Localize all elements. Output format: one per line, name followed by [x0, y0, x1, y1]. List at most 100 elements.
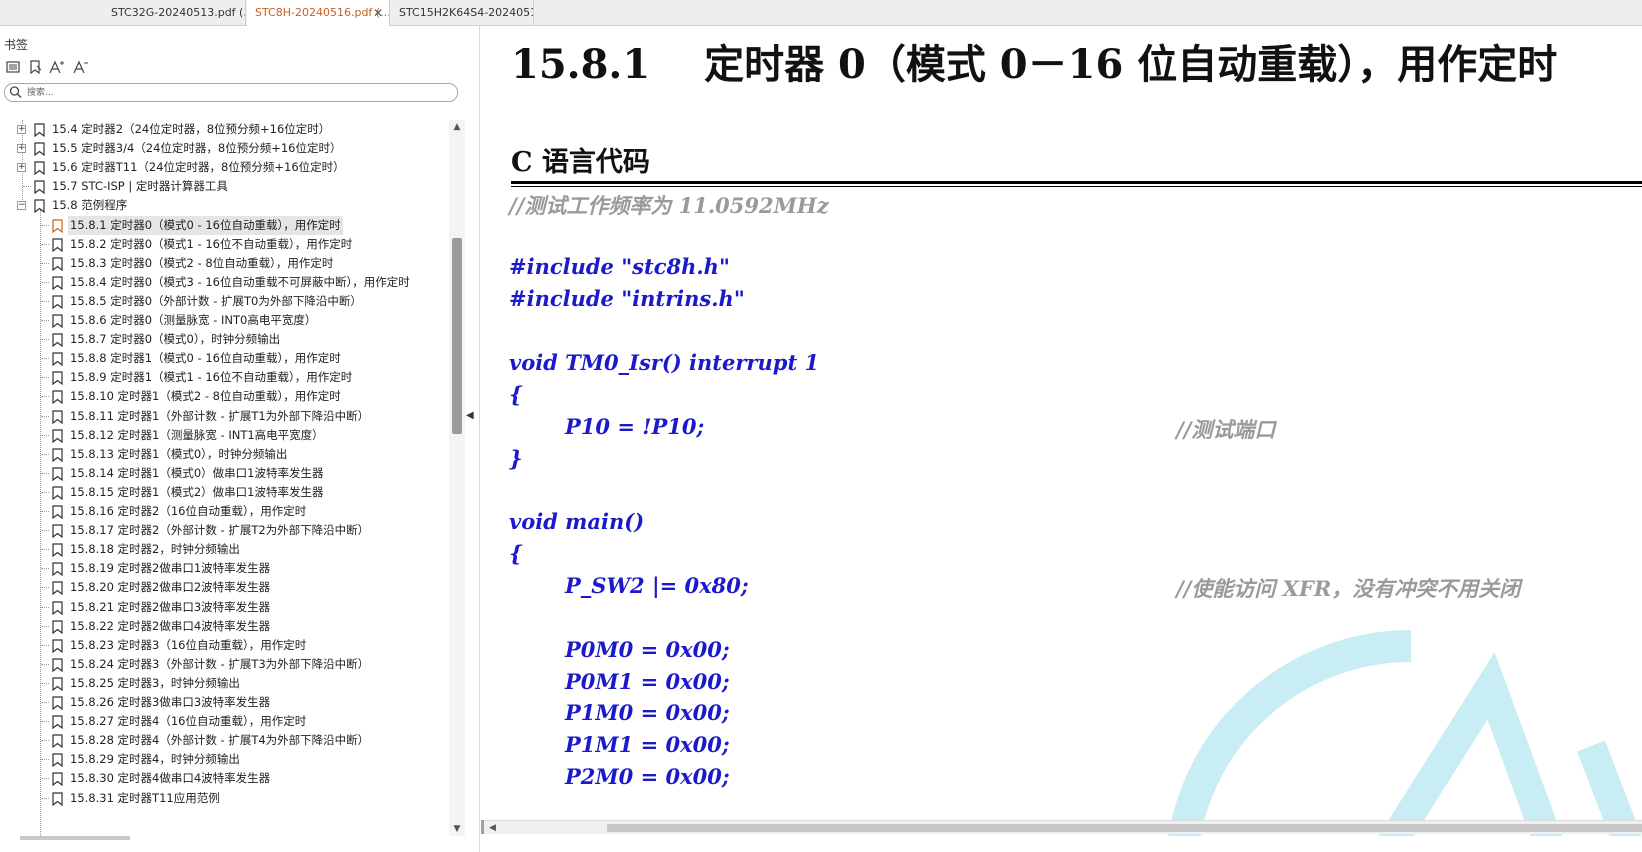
tree-guide	[41, 797, 49, 799]
code-comment: //测试端口	[1176, 417, 1276, 442]
bookmark-label: 15.8.5 定时器0（外部计数 - 扩展T0为外部下降沿中断）	[70, 293, 362, 308]
bookmark-icon	[52, 734, 63, 749]
code-line: P0M0 = 0x00;	[565, 637, 730, 662]
bookmark-item[interactable]: 15.8.13 定时器1（模式0），时钟分频输出	[0, 445, 448, 464]
bookmark-item[interactable]: 15.8.28 定时器4（外部计数 - 扩展T4为外部下降沿中断）	[0, 731, 448, 750]
bookmark-label: 15.8.4 定时器0（模式3 - 16位自动重载不可屏蔽中断），用作定时	[70, 274, 410, 289]
sidebar-horizontal-scroll[interactable]	[20, 836, 130, 840]
bookmark-item[interactable]: 15.8.17 定时器2（外部计数 - 扩展T2为外部下降沿中断）	[0, 521, 448, 540]
tab-stc32g[interactable]: STC32G-20240513.pdf (...	[103, 0, 246, 26]
bookmark-item[interactable]: 15.8.20 定时器2做串口2波特率发生器	[0, 578, 448, 597]
code-line: void TM0_Isr() interrupt 1	[509, 350, 820, 375]
bookmark-panel: 书签 +15.4 定时器2（24位定时器，8位预分频+16位定时）+15.5 定…	[0, 26, 480, 852]
bookmark-item[interactable]: 15.8.18 定时器2，时钟分频输出	[0, 540, 448, 559]
bookmark-item[interactable]: 15.8.22 定时器2做串口4波特率发生器	[0, 617, 448, 636]
bookmark-item[interactable]: +15.5 定时器3/4（24位定时器，8位预分频+16位定时）	[0, 139, 448, 158]
bookmark-item[interactable]: 15.8.4 定时器0（模式3 - 16位自动重载不可屏蔽中断），用作定时	[0, 273, 448, 292]
bookmark-label: 15.8.22 定时器2做串口4波特率发生器	[70, 618, 271, 633]
bookmark-item[interactable]: +15.4 定时器2（24位定时器，8位预分频+16位定时）	[0, 120, 448, 139]
tree-guide	[41, 377, 49, 379]
bookmark-item[interactable]: 15.7 STC-ISP | 定时器计算器工具	[0, 177, 448, 196]
bookmark-item[interactable]: 15.8.27 定时器4（16位自动重载），用作定时	[0, 712, 448, 731]
bookmark-icon	[52, 543, 63, 558]
bookmark-item[interactable]: 15.8.5 定时器0（外部计数 - 扩展T0为外部下降沿中断）	[0, 292, 448, 311]
bookmark-search	[4, 83, 458, 102]
bookmark-icon	[52, 562, 63, 577]
code-line: {	[509, 541, 523, 566]
tab-stc8h[interactable]: STC8H-20240516.pdf (... ✕	[247, 0, 390, 27]
bookmark-item[interactable]: 15.8.11 定时器1（外部计数 - 扩展T1为外部下降沿中断）	[0, 407, 448, 426]
bookmark-item[interactable]: 15.8.1 定时器0（模式0 - 16位自动重载），用作定时	[0, 215, 448, 235]
tree-guide	[41, 663, 49, 665]
tab-close-icon[interactable]: ✕	[373, 0, 383, 26]
tree-guide	[41, 491, 49, 493]
bookmark-item[interactable]: 15.8.23 定时器3（16位自动重载），用作定时	[0, 636, 448, 655]
expand-all-icon[interactable]	[4, 60, 22, 78]
bookmark-item[interactable]: 15.8.9 定时器1（模式1 - 16位不自动重载），用作定时	[0, 368, 448, 387]
search-input[interactable]	[27, 85, 447, 100]
bookmark-item[interactable]: 15.8.26 定时器3做串口3波特率发生器	[0, 693, 448, 712]
tab-stc15h[interactable]: STC15H2K64S4-20240514....	[391, 0, 534, 26]
bookmark-item[interactable]: 15.8.25 定时器3，时钟分频输出	[0, 674, 448, 693]
bookmark-icon	[52, 658, 63, 673]
bookmark-item[interactable]: − 15.8 范例程序	[0, 196, 448, 215]
scroll-thumb[interactable]	[452, 238, 462, 434]
expand-icon[interactable]: +	[17, 144, 26, 154]
bookmark-item[interactable]: 15.8.16 定时器2（16位自动重载），用作定时	[0, 502, 448, 521]
bookmark-label: 15.8.18 定时器2，时钟分频输出	[70, 542, 240, 557]
bookmark-item[interactable]: 15.8.7 定时器0（模式0），时钟分频输出	[0, 330, 448, 349]
bookmark-icon	[52, 753, 63, 768]
bookmark-item[interactable]: 15.8.15 定时器1（模式2）做串口1波特率发生器	[0, 483, 448, 502]
tree-guide	[41, 320, 49, 321]
bookmark-icon	[34, 142, 45, 157]
code-line: P10 = !P10;	[565, 414, 705, 439]
font-decrease-icon[interactable]	[72, 60, 90, 78]
bookmark-item[interactable]: 15.8.12 定时器1（测量脉宽 - INT1高电平宽度）	[0, 426, 448, 445]
panel-title: 书签	[4, 38, 29, 52]
bookmark-item[interactable]: 15.8.10 定时器1（模式2 - 8位自动重载），用作定时	[0, 387, 448, 406]
bookmark-label: 15.8.11 定时器1（外部计数 - 扩展T1为外部下降沿中断）	[70, 408, 370, 423]
scroll-down-icon[interactable]: ▼	[449, 822, 465, 836]
bookmark-icon	[34, 180, 45, 195]
bookmark-item[interactable]: 15.8.19 定时器2做串口1波特率发生器	[0, 559, 448, 578]
bookmark-icon	[52, 257, 63, 271]
tree-guide	[41, 549, 49, 551]
bookmark-icon	[52, 409, 63, 424]
scroll-left-icon[interactable]: ◀	[489, 821, 496, 835]
bookmark-label: 15.6 定时器T11（24位定时器，8位预分频+16位定时）	[52, 160, 345, 175]
bookmark-label: 15.8.3 定时器0（模式2 - 8位自动重载），用作定时	[70, 255, 334, 270]
bookmark-item[interactable]: 15.8.3 定时器0（模式2 - 8位自动重载），用作定时	[0, 254, 448, 273]
tree-guide	[41, 262, 49, 264]
collapse-icon[interactable]: −	[17, 201, 26, 211]
bookmark-item[interactable]: 15.8.31 定时器T11应用范例	[0, 789, 448, 808]
bookmark-item[interactable]: 15.8.14 定时器1（模式0）做串口1波特率发生器	[0, 464, 448, 483]
expand-icon[interactable]: +	[17, 125, 26, 134]
document-horizontal-scrollbar[interactable]: ◀	[481, 820, 1642, 834]
bookmark-item[interactable]: 15.8.30 定时器4做串口4波特率发生器	[0, 769, 448, 788]
bookmark-label: 15.8.6 定时器0（测量脉宽 - INT0高电平宽度）	[70, 313, 317, 327]
scroll-up-icon[interactable]: ▲	[449, 120, 465, 134]
tree-guide	[41, 568, 49, 570]
tree-guide	[41, 682, 49, 684]
scroll-thumb[interactable]	[607, 824, 1642, 832]
collapse-panel-icon[interactable]: ◀	[466, 410, 474, 421]
bookmark-add-icon[interactable]	[26, 60, 44, 78]
code-line: {	[509, 382, 523, 407]
font-increase-icon[interactable]	[48, 60, 66, 78]
bookmark-label: 15.8.1 定时器0（模式0 - 16位自动重载），用作定时	[68, 215, 343, 235]
bookmark-icon	[52, 237, 63, 252]
tree-guide	[41, 396, 49, 398]
bookmark-item[interactable]: 15.8.6 定时器0（测量脉宽 - INT0高电平宽度）	[0, 311, 448, 330]
bookmark-item[interactable]: 15.8.8 定时器1（模式0 - 16位自动重载），用作定时	[0, 349, 448, 368]
bookmark-scrollbar[interactable]: ▲ ▼	[449, 120, 465, 836]
bookmark-item[interactable]: 15.8.24 定时器3（外部计数 - 扩展T3为外部下降沿中断）	[0, 655, 448, 674]
bookmark-item[interactable]: 15.8.2 定时器0（模式1 - 16位不自动重载），用作定时	[0, 235, 448, 254]
code-comment: //测试工作频率为 11.0592MHz	[509, 193, 829, 218]
bookmark-item[interactable]: +15.6 定时器T11（24位定时器，8位预分频+16位定时）	[0, 158, 448, 177]
bookmark-item[interactable]: 15.8.21 定时器2做串口3波特率发生器	[0, 598, 448, 617]
bookmark-label: 15.8 范例程序	[52, 198, 128, 213]
tree-guide	[41, 644, 49, 646]
subsection-heading: C 语言代码	[511, 147, 650, 178]
expand-icon[interactable]: +	[17, 163, 26, 173]
bookmark-item[interactable]: 15.8.29 定时器4，时钟分频输出	[0, 750, 448, 769]
